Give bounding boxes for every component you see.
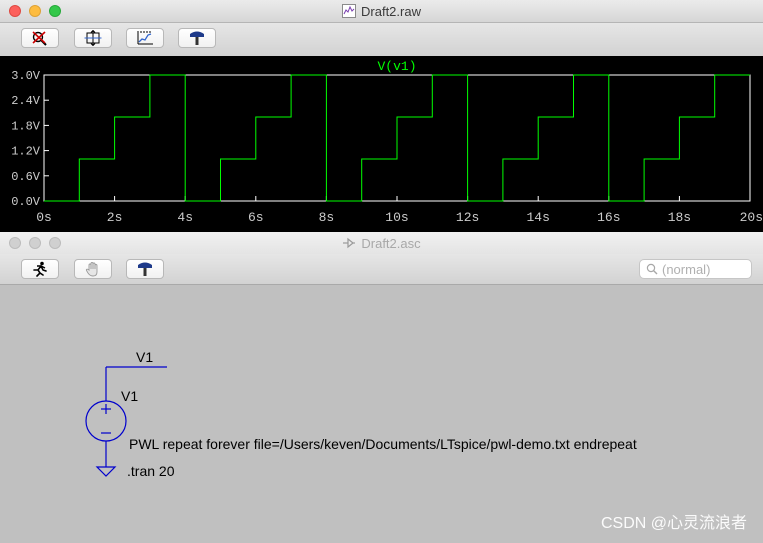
- schematic-canvas[interactable]: V1 V1 PWL repeat forever file=/Users/kev…: [0, 285, 763, 543]
- x-tick-label: 10s: [385, 210, 408, 225]
- x-tick-label: 14s: [526, 210, 549, 225]
- x-tick-label: 16s: [597, 210, 620, 225]
- schematic-title: Draft2.asc: [0, 232, 763, 254]
- watermark: CSDN @心灵流浪者: [600, 515, 747, 532]
- waveform-toolbar: [0, 23, 763, 57]
- hammer-icon: [138, 262, 152, 276]
- y-tick-label: 0.0V: [11, 195, 41, 209]
- autorange-button[interactable]: [74, 28, 112, 48]
- waveform-plot[interactable]: V(v1) 0.0V 0.6V 1.2V 1.8V 2.4V 3.0V 0s 2s 4s 6s 8…: [0, 56, 763, 232]
- pwl-directive[interactable]: PWL repeat forever file=/Users/keven/Doc…: [129, 436, 637, 452]
- y-tick-label: 2.4V: [11, 94, 41, 108]
- waveform-doc-icon: [342, 4, 357, 18]
- waveform-titlebar[interactable]: Draft2.raw: [0, 0, 763, 23]
- net-label[interactable]: V1: [136, 349, 153, 365]
- hand-icon: [85, 262, 98, 277]
- tran-directive[interactable]: .tran 20: [127, 463, 174, 479]
- hammer-icon: [190, 31, 204, 45]
- zoom-cancel-button[interactable]: [21, 28, 59, 48]
- waveform-title-text: Draft2.raw: [361, 3, 421, 19]
- schematic-titlebar[interactable]: Draft2.asc: [0, 232, 763, 255]
- schematic-window: Draft2.asc (normal) V1 V1 PWL repeat for…: [0, 232, 763, 543]
- y-tick-label: 1.2V: [11, 145, 41, 159]
- x-tick-label: 0s: [36, 210, 52, 225]
- hammer-button[interactable]: [126, 259, 164, 279]
- x-tick-label: 8s: [319, 210, 335, 225]
- schematic-title-text: Draft2.asc: [361, 235, 421, 251]
- run-button[interactable]: [21, 259, 59, 279]
- y-tick-label: 3.0V: [11, 69, 41, 83]
- waveform-title: Draft2.raw: [0, 0, 763, 22]
- trace-label[interactable]: V(v1): [377, 59, 416, 74]
- hammer-button[interactable]: [178, 28, 216, 48]
- component-name[interactable]: V1: [121, 388, 138, 404]
- x-tick-label: 4s: [177, 210, 193, 225]
- run-icon: [33, 261, 47, 277]
- search-placeholder: (normal): [662, 261, 711, 277]
- x-tick-label: 12s: [456, 210, 479, 225]
- x-tick-label: 20s: [740, 210, 763, 225]
- autorange-icon: [84, 30, 102, 46]
- schematic-drawing: [85, 366, 167, 477]
- search-icon: [646, 263, 658, 275]
- search-field[interactable]: (normal): [639, 259, 752, 279]
- y-tick-label: 1.8V: [11, 119, 41, 133]
- schematic-doc-icon: [343, 237, 356, 249]
- zoom-cancel-icon: [32, 31, 47, 46]
- x-tick-label: 18s: [668, 210, 691, 225]
- zoom-full-icon: [137, 31, 153, 45]
- x-tick-label: 6s: [248, 210, 264, 225]
- zoom-full-button[interactable]: [126, 28, 164, 48]
- y-tick-label: 0.6V: [11, 170, 41, 184]
- schematic-toolbar: (normal): [0, 254, 763, 285]
- hand-button[interactable]: [74, 259, 112, 279]
- x-tick-label: 2s: [107, 210, 123, 225]
- ground-symbol: [95, 466, 117, 477]
- waveform-window: Draft2.raw V(v1) 0.0V 0.6V 1.2V 1.8V 2.4…: [0, 0, 763, 232]
